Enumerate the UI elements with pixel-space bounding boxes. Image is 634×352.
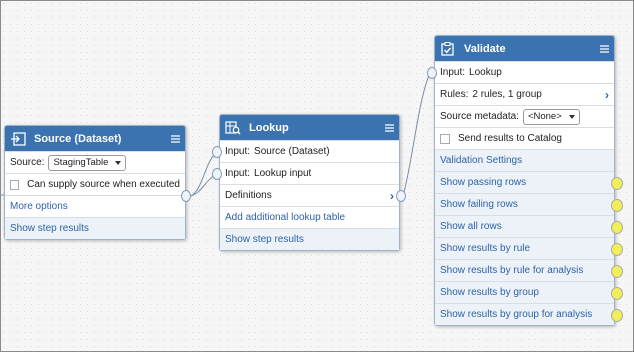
lookup-input-2-value: Lookup input [254,168,312,179]
lookup-input-2-label: Input: [225,168,251,179]
hamburger-menu-icon[interactable] [384,123,394,133]
source-metadata-label: Source metadata: [440,111,519,122]
source-select-value: StagingTable [53,157,109,168]
lookup-node-header[interactable]: Lookup [220,115,399,140]
lookup-node-title: Lookup [249,121,289,134]
source-node[interactable]: Source (Dataset) Source: StagingTable Ca… [4,125,186,240]
validate-input-port[interactable] [427,67,437,79]
caret-down-icon [115,160,122,165]
table-search-icon [225,120,241,136]
output-show-results-by-group[interactable]: Show results by group [435,281,614,303]
output-label: Show results by rule for analysis [440,265,584,276]
source-metadata-value: <None> [527,111,562,122]
rules-row[interactable]: Rules: 2 rules, 1 group › [435,83,614,105]
more-options-link[interactable]: More options [10,201,68,212]
lookup-input-2-row: Input: Lookup input [220,162,399,184]
supply-source-row: Can supply source when executed [5,173,185,195]
source-metadata-row: Source metadata: <None> [435,105,614,127]
output-port-failing-rows[interactable] [611,199,623,212]
output-port-results-by-group[interactable] [611,287,623,300]
validation-settings-link[interactable]: Validation Settings [435,149,614,171]
source-node-title: Source (Dataset) [34,132,122,145]
validate-input-label: Input: [440,67,466,78]
output-show-results-by-rule-for-analysis[interactable]: Show results by rule for analysis [435,259,614,281]
more-options-row: More options [5,195,185,217]
output-port-results-by-group-for-analysis[interactable] [611,309,623,322]
send-results-checkbox[interactable] [440,133,450,144]
validate-node-header[interactable]: Validate [435,36,614,61]
output-port-results-by-rule[interactable] [611,243,623,256]
output-show-results-by-group-for-analysis[interactable]: Show results by group for analysis [435,303,614,325]
source-select[interactable]: StagingTable [48,154,127,171]
source-label: Source: [10,157,45,168]
chevron-right-icon: › [605,87,609,102]
output-show-passing-rows[interactable]: Show passing rows [435,171,614,193]
lookup-input-1-value: Source (Dataset) [254,146,330,157]
lookup-node[interactable]: Lookup Input: Source (Dataset) Input: Lo… [219,114,400,251]
output-label: Show results by group for analysis [440,309,593,320]
output-port-all-rows[interactable] [611,221,623,234]
rules-label: Rules: [440,89,469,100]
source-show-step-results-label: Show step results [10,223,89,234]
validate-input-row: Input: Lookup [435,61,614,83]
source-metadata-select[interactable]: <None> [522,108,580,125]
lookup-show-step-results[interactable]: Show step results [220,228,399,250]
caret-down-icon [568,114,575,119]
output-show-all-rows[interactable]: Show all rows [435,215,614,237]
lookup-input-port-1[interactable] [212,146,222,158]
lookup-output-port[interactable] [396,190,406,202]
output-label: Show failing rows [440,199,518,210]
supply-source-label: Can supply source when executed [27,179,180,190]
import-icon [10,131,26,147]
chevron-right-icon: › [390,188,394,203]
validate-node[interactable]: Validate Input: Lookup Rules: 2 rules, 1… [434,35,615,326]
definitions-row[interactable]: Definitions › [220,184,399,206]
output-label: Show passing rows [440,177,527,188]
add-lookup-table-link[interactable]: Add additional lookup table [225,212,345,223]
lookup-show-step-results-label: Show step results [225,234,304,245]
output-port-passing-rows[interactable] [611,177,623,190]
output-show-results-by-rule[interactable]: Show results by rule [435,237,614,259]
output-port-results-by-rule-for-analysis[interactable] [611,265,623,278]
hamburger-menu-icon[interactable] [599,44,609,54]
hamburger-menu-icon[interactable] [170,134,180,144]
validation-settings-label: Validation Settings [440,155,523,166]
source-row: Source: StagingTable [5,151,185,173]
add-lookup-table-row: Add additional lookup table [220,206,399,228]
output-label: Show all rows [440,221,502,232]
output-show-failing-rows[interactable]: Show failing rows [435,193,614,215]
checklist-icon [440,41,456,57]
output-label: Show results by group [440,287,539,298]
rules-value: 2 rules, 1 group [472,89,542,100]
source-show-step-results[interactable]: Show step results [5,217,185,239]
validate-node-title: Validate [464,42,506,55]
output-label: Show results by rule [440,243,531,254]
source-node-header[interactable]: Source (Dataset) [5,126,185,151]
lookup-input-port-2[interactable] [212,168,222,180]
send-results-row: Send results to Catalog [435,127,614,149]
lookup-input-1-row: Input: Source (Dataset) [220,140,399,162]
send-results-label: Send results to Catalog [458,133,562,144]
supply-source-checkbox[interactable] [10,179,20,190]
definitions-label: Definitions [225,190,272,201]
source-output-port[interactable] [181,190,191,202]
validate-input-value: Lookup [469,67,502,78]
lookup-input-1-label: Input: [225,146,251,157]
